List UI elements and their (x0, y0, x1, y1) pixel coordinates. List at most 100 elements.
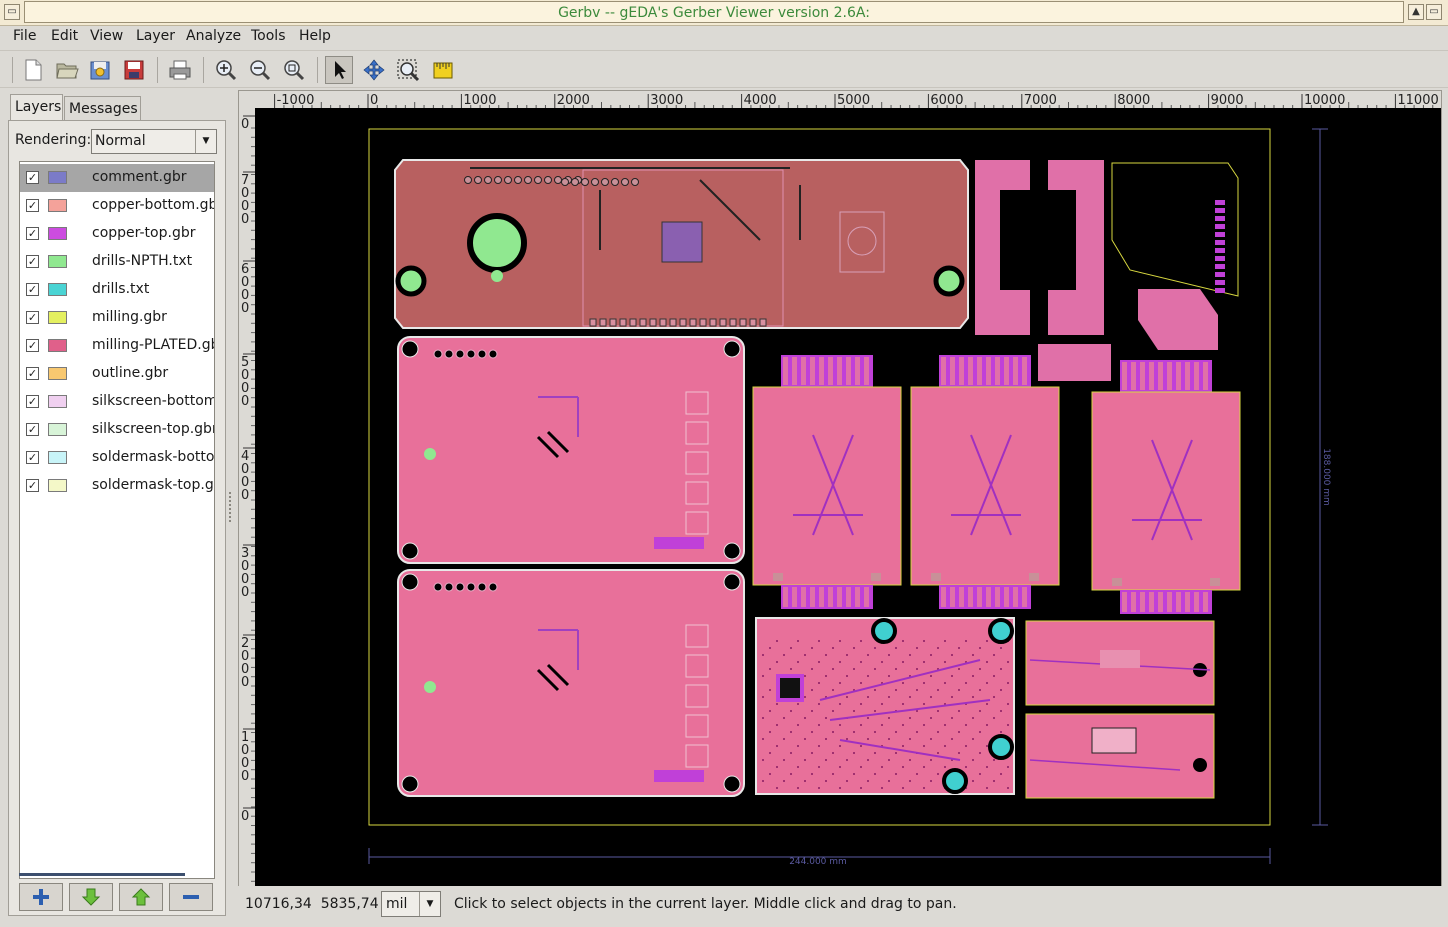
layer-row[interactable]: ✓ soldermask-top.gb (20, 472, 214, 500)
layer-visible-checkbox[interactable]: ✓ (26, 171, 39, 184)
silk-label (654, 770, 704, 782)
pad (986, 587, 991, 607)
grid-dot (958, 752, 960, 754)
layer-color-swatch[interactable] (48, 283, 67, 296)
grid-dot (762, 675, 764, 677)
print-button[interactable] (166, 56, 194, 84)
layer-row[interactable]: ✓ drills.txt (20, 276, 214, 304)
tab-messages[interactable]: Messages (64, 96, 141, 120)
pad (801, 357, 806, 385)
layer-row[interactable]: ✓ outline.gbr (20, 360, 214, 388)
layer-row[interactable]: ✓ copper-top.gbr (20, 220, 214, 248)
layer-color-swatch[interactable] (48, 423, 67, 436)
grid-dot (839, 640, 841, 642)
zoom-fit-icon (284, 60, 305, 81)
layer-row[interactable]: ✓ comment.gbr (20, 164, 214, 192)
grid-dot (818, 766, 820, 768)
grid-dot (811, 773, 813, 775)
unit-select[interactable]: mil ▼ (381, 891, 441, 917)
add-layer-button[interactable] (19, 883, 63, 911)
layer-row[interactable]: ✓ drills-NPTH.txt (20, 248, 214, 276)
layer-visible-checkbox[interactable]: ✓ (26, 479, 39, 492)
zoom-in-icon (216, 60, 237, 81)
grid-dot (902, 724, 904, 726)
layer-row[interactable]: ✓ milling-PLATED.gbr (20, 332, 214, 360)
ruler-label: -1000 (277, 93, 315, 108)
pad (474, 176, 482, 184)
reload-button[interactable] (86, 56, 114, 84)
new-project-button[interactable] (19, 56, 47, 84)
open-button[interactable] (53, 56, 81, 84)
window-menu-button[interactable]: ▭ (4, 4, 20, 20)
layer-color-swatch[interactable] (48, 171, 67, 184)
grid-dot (909, 759, 911, 761)
remove-layer-button[interactable] (169, 883, 213, 911)
layer-visible-checkbox[interactable]: ✓ (26, 339, 39, 352)
layer-visible-checkbox[interactable]: ✓ (26, 283, 39, 296)
grid-dot (1007, 724, 1009, 726)
pan-tool-button[interactable] (360, 56, 388, 84)
layer-color-swatch[interactable] (48, 311, 67, 324)
layer-row[interactable]: ✓ silkscreen-top.gbr (20, 416, 214, 444)
layer-color-swatch[interactable] (48, 339, 67, 352)
layer-row[interactable]: ✓ copper-bottom.gbr (20, 192, 214, 220)
measure-tool-button[interactable] (429, 56, 457, 84)
pad (619, 318, 627, 327)
grid-dot (846, 675, 848, 677)
layer-visible-checkbox[interactable]: ✓ (26, 423, 39, 436)
maximize-button[interactable]: ▭ (1426, 4, 1442, 20)
layer-row[interactable]: ✓ milling.gbr (20, 304, 214, 332)
menu-view[interactable]: View (90, 28, 123, 44)
layer-visible-checkbox[interactable]: ✓ (26, 199, 39, 212)
move-layer-up-button[interactable] (119, 883, 163, 911)
layer-name: soldermask-top.gb (92, 477, 215, 493)
minimize-button[interactable]: ▲ (1408, 4, 1424, 20)
zoom-out-button[interactable] (246, 56, 274, 84)
pane-resize-handle[interactable] (229, 492, 235, 522)
menu-edit[interactable]: Edit (51, 28, 78, 44)
layer-color-swatch[interactable] (48, 199, 67, 212)
menu-tools[interactable]: Tools (251, 28, 286, 44)
menu-layer[interactable]: Layer (136, 28, 175, 44)
gerber-canvas[interactable]: 244.000 mm 188.000 mm (255, 108, 1441, 886)
rendering-select[interactable]: Normal ▼ (91, 129, 217, 154)
pointer-tool-button[interactable] (325, 56, 353, 84)
menu-help[interactable]: Help (299, 28, 331, 44)
layer-name: silkscreen-top.gbr (92, 421, 215, 437)
zoom-fit-button[interactable] (280, 56, 308, 84)
layer-row[interactable]: ✓ soldermask-botton (20, 444, 214, 472)
layer-visible-checkbox[interactable]: ✓ (26, 311, 39, 324)
zoom-in-button[interactable] (212, 56, 240, 84)
save-button[interactable] (120, 56, 148, 84)
pad (1176, 362, 1181, 390)
grid-dot (797, 766, 799, 768)
window-titlebar[interactable]: ▭ Gerbv -- gEDA's Gerber Viewer version … (0, 0, 1448, 26)
horizontal-scrollbar[interactable] (19, 873, 185, 876)
layer-color-swatch[interactable] (48, 451, 67, 464)
menu-analyze[interactable]: Analyze (186, 28, 241, 44)
layer-visible-checkbox[interactable]: ✓ (26, 227, 39, 240)
layer-visible-checkbox[interactable]: ✓ (26, 255, 39, 268)
layer-visible-checkbox[interactable]: ✓ (26, 367, 39, 380)
layer-color-swatch[interactable] (48, 227, 67, 240)
pad (524, 176, 532, 184)
move-layer-down-button[interactable] (69, 883, 113, 911)
menu-file[interactable]: File (13, 28, 36, 44)
layer-color-swatch[interactable] (48, 395, 67, 408)
zoom-tool-button[interactable] (394, 56, 422, 84)
layer-visible-checkbox[interactable]: ✓ (26, 451, 39, 464)
layer-list[interactable]: ✓ comment.gbr ✓ copper-bottom.gbr ✓ copper-to… (19, 161, 215, 879)
layer-color-swatch[interactable] (48, 367, 67, 380)
pad (629, 318, 637, 327)
grid-dot (979, 668, 981, 670)
layer-color-swatch[interactable] (48, 255, 67, 268)
ruler-label: 0 (241, 769, 249, 784)
layer-color-swatch[interactable] (48, 479, 67, 492)
controller-board (397, 336, 745, 564)
pad (855, 587, 860, 607)
tab-layers[interactable]: Layers (10, 94, 63, 121)
layer-row[interactable]: ✓ silkscreen-bottom. (20, 388, 214, 416)
pad (855, 357, 860, 385)
layer-visible-checkbox[interactable]: ✓ (26, 395, 39, 408)
grid-dot (937, 731, 939, 733)
